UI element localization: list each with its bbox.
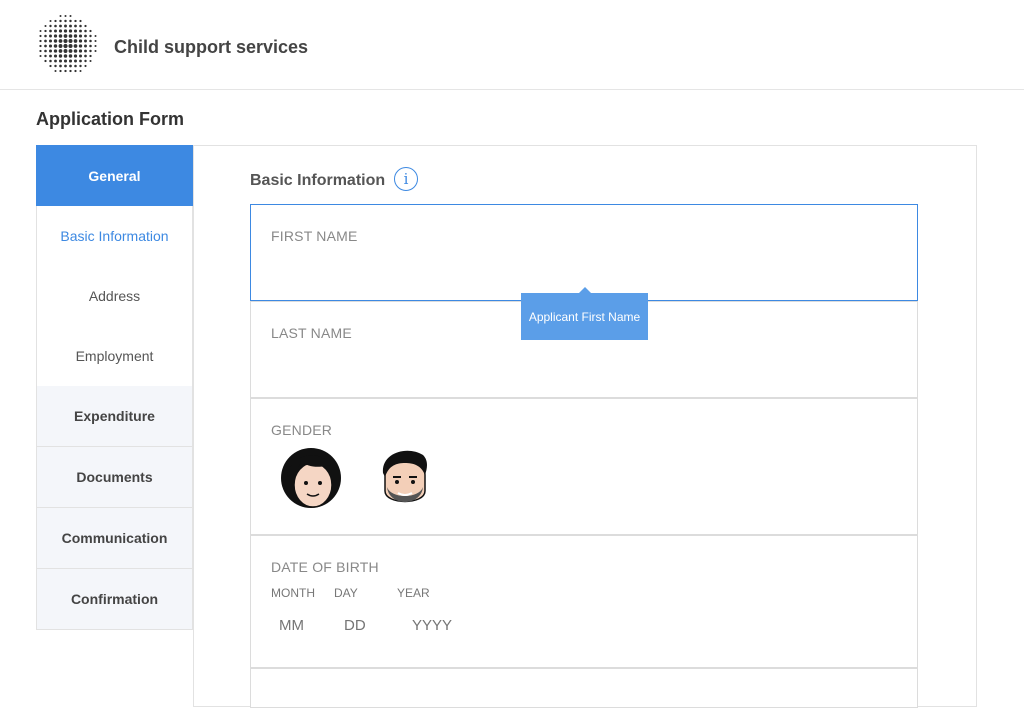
dob-label: DATE OF BIRTH: [271, 559, 379, 575]
gender-field: GENDER: [250, 398, 918, 535]
male-avatar-icon[interactable]: [373, 447, 437, 511]
dob-month-label: MONTH: [271, 586, 315, 600]
app-header: Child support services: [0, 0, 1024, 90]
dob-year-input[interactable]: [410, 616, 484, 635]
sidebar-item-basic-information[interactable]: Basic Information: [36, 206, 193, 266]
info-icon[interactable]: i: [394, 167, 418, 191]
first-name-input[interactable]: [271, 260, 897, 286]
sidebar-item-expenditure[interactable]: Expenditure: [36, 386, 193, 447]
last-name-label: LAST NAME: [271, 325, 352, 341]
app-title: Child support services: [114, 37, 309, 57]
dotted-sphere-logo-icon[interactable]: [36, 14, 98, 76]
sidebar-nav: General Basic Information Address Employ…: [36, 145, 193, 630]
sidebar-item-address[interactable]: Address: [36, 266, 193, 326]
page-title: Application Form: [36, 109, 184, 129]
sidebar-item-employment[interactable]: Employment: [36, 326, 193, 386]
section-title: Basic Information: [250, 172, 386, 189]
last-name-input[interactable]: [271, 357, 897, 383]
first-name-tooltip: Applicant First Name: [521, 287, 648, 340]
date-of-birth-field: DATE OF BIRTH MONTH DAY YEAR: [250, 535, 918, 668]
female-avatar-icon[interactable]: [279, 447, 343, 511]
sidebar-item-confirmation[interactable]: Confirmation: [36, 569, 193, 630]
dob-day-input[interactable]: [342, 616, 396, 635]
next-field: [250, 668, 918, 708]
sidebar-item-general[interactable]: General: [36, 145, 193, 206]
dob-month-input[interactable]: [277, 616, 331, 635]
sidebar-item-communication[interactable]: Communication: [36, 508, 193, 569]
first-name-label: FIRST NAME: [271, 228, 358, 244]
dob-year-label: YEAR: [397, 586, 430, 600]
gender-label: GENDER: [271, 422, 333, 438]
sidebar-item-documents[interactable]: Documents: [36, 447, 193, 508]
dob-day-label: DAY: [334, 586, 358, 600]
